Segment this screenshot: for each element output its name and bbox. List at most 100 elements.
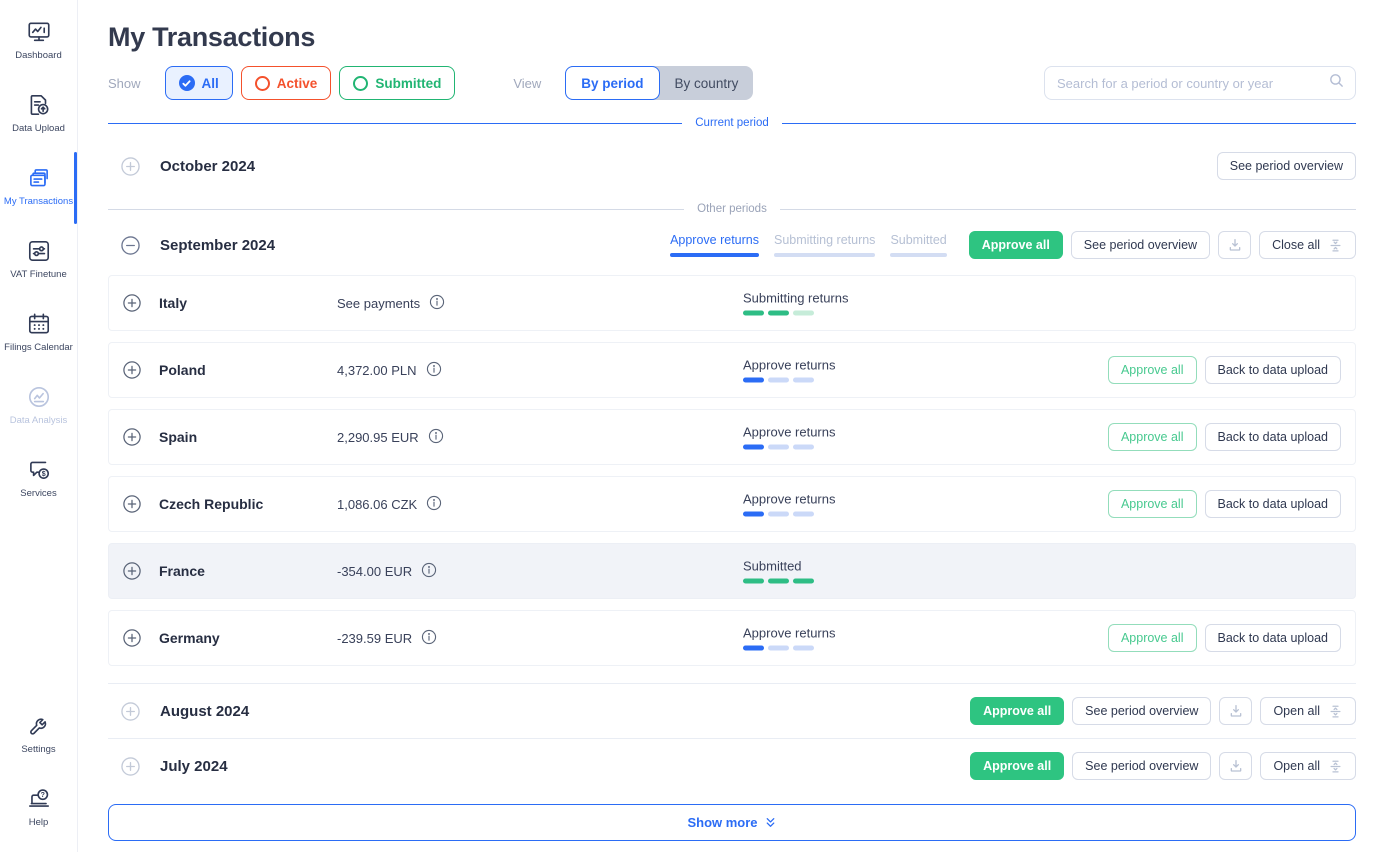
see-period-overview-button[interactable]: See period overview: [1072, 697, 1212, 725]
country-row-france: France -354.00 EUR Submitted: [108, 543, 1356, 599]
row-actions: Approve all Back to data upload: [1107, 624, 1341, 652]
search-icon: [1328, 72, 1345, 94]
view-by-country-button[interactable]: By country: [660, 66, 754, 100]
country-row-spain: Spain 2,290.95 EUR Approve returns Appro…: [108, 409, 1356, 465]
collapse-minus-icon[interactable]: [121, 235, 140, 255]
filter-active-label: Active: [276, 75, 318, 91]
view-by-period-button[interactable]: By period: [565, 66, 660, 100]
row-actions: Approve all Back to data upload: [1107, 423, 1341, 451]
info-icon[interactable]: [426, 361, 442, 380]
download-button[interactable]: [1218, 231, 1252, 259]
tab-submitting-returns[interactable]: Submitting returns: [774, 233, 876, 257]
country-name: France: [159, 563, 205, 579]
sidebar-item-label: Settings: [21, 744, 56, 755]
sidebar-item-my-transactions[interactable]: My Transactions: [0, 152, 77, 231]
close-all-button[interactable]: Close all: [1259, 231, 1356, 259]
sidebar-item-data-analysis: Data Analysis: [0, 377, 77, 450]
row-actions: Approve all Back to data upload: [1107, 490, 1341, 518]
amount-group: 4,372.00 PLN: [337, 361, 442, 380]
country-row-italy: Italy See payments Submitting returns: [108, 275, 1356, 331]
info-icon[interactable]: [426, 495, 442, 514]
transactions-icon: [26, 165, 52, 191]
filter-submitted-chip[interactable]: Submitted: [339, 66, 456, 100]
expand-plus-icon[interactable]: [121, 756, 140, 776]
info-icon[interactable]: [421, 562, 437, 581]
tab-submitted[interactable]: Submitted: [890, 233, 947, 257]
download-button[interactable]: [1219, 697, 1253, 725]
sidebar-item-data-upload[interactable]: Data Upload: [0, 85, 77, 158]
approve-all-button[interactable]: Approve all: [1107, 356, 1197, 384]
expand-plus-icon[interactable]: [123, 294, 141, 312]
sidebar-item-label: My Transactions: [3, 196, 74, 207]
see-period-overview-button[interactable]: See period overview: [1072, 752, 1212, 780]
sidebar: Dashboard Data Upload My Transactions VA…: [0, 0, 78, 852]
status-group: Submitting returns: [743, 291, 849, 316]
back-to-data-upload-button[interactable]: Back to data upload: [1204, 490, 1341, 518]
open-all-button[interactable]: Open all: [1260, 697, 1356, 725]
expand-plus-icon[interactable]: [123, 629, 141, 647]
other-periods-divider: Other periods: [108, 203, 1356, 215]
show-label: Show: [108, 75, 141, 91]
progress-bar: [743, 645, 836, 651]
approve-all-button[interactable]: Approve all: [970, 752, 1065, 780]
open-all-button[interactable]: Open all: [1260, 752, 1356, 780]
tab-approve-returns[interactable]: Approve returns: [670, 233, 759, 257]
approve-all-button[interactable]: Approve all: [968, 231, 1063, 259]
circle-icon: [254, 75, 270, 91]
controls-bar: Show All Active Submitted View By period…: [108, 66, 1356, 100]
status-label: Submitted: [743, 558, 802, 574]
see-period-overview-button[interactable]: See period overview: [1216, 152, 1356, 180]
check-icon: [178, 75, 195, 91]
expand-plus-icon[interactable]: [123, 562, 141, 580]
show-more-button[interactable]: Show more: [108, 804, 1356, 841]
period-row-october: October 2024 See period overview: [108, 129, 1356, 203]
sidebar-item-help[interactable]: ? Help: [0, 779, 77, 852]
app-window: Dashboard Data Upload My Transactions VA…: [0, 0, 1386, 852]
approve-all-button[interactable]: Approve all: [970, 697, 1065, 725]
back-to-data-upload-button[interactable]: Back to data upload: [1204, 356, 1341, 384]
approve-all-button[interactable]: Approve all: [1107, 423, 1197, 451]
search-input[interactable]: [1057, 75, 1328, 91]
info-icon[interactable]: [429, 294, 445, 313]
see-period-overview-button[interactable]: See period overview: [1070, 231, 1211, 259]
sidebar-item-filings-calendar[interactable]: Filings Calendar: [0, 304, 77, 377]
dashboard-icon: [26, 19, 52, 45]
svg-text:?: ?: [40, 792, 44, 799]
approve-all-button[interactable]: Approve all: [1107, 624, 1197, 652]
progress-bar: [743, 444, 836, 450]
sidebar-item-label: Dashboard: [15, 50, 62, 61]
period-actions: Approve all See period overview Open all: [970, 752, 1356, 780]
approve-all-button[interactable]: Approve all: [1107, 490, 1197, 518]
sidebar-item-services[interactable]: $ Services: [0, 450, 77, 523]
back-to-data-upload-button[interactable]: Back to data upload: [1204, 624, 1341, 652]
country-row-czech-republic: Czech Republic 1,086.06 CZK Approve retu…: [108, 476, 1356, 532]
status-label: Approve returns: [743, 424, 836, 440]
sidebar-item-dashboard[interactable]: Dashboard: [0, 12, 77, 85]
expand-plus-icon[interactable]: [123, 428, 141, 446]
period-actions: Approve all See period overview Open all: [970, 697, 1356, 725]
amount-value: 2,290.95 EUR: [337, 429, 419, 445]
filter-all-chip[interactable]: All: [164, 66, 233, 100]
expand-plus-icon[interactable]: [121, 701, 140, 721]
download-button[interactable]: [1219, 752, 1253, 780]
country-name: Poland: [159, 362, 206, 378]
info-icon[interactable]: [428, 428, 444, 447]
sidebar-item-label: VAT Finetune: [10, 269, 67, 280]
status-group: Submitted: [743, 559, 814, 584]
sidebar-item-vat-finetune[interactable]: VAT Finetune: [0, 231, 77, 304]
back-to-data-upload-button[interactable]: Back to data upload: [1204, 423, 1341, 451]
sidebar-item-label: Filings Calendar: [4, 342, 73, 353]
amount-group: See payments: [337, 294, 445, 313]
status-group: Approve returns: [743, 492, 836, 517]
expand-plus-icon[interactable]: [121, 156, 140, 176]
progress-bar: [743, 578, 814, 584]
other-periods-label: Other periods: [697, 203, 767, 215]
expand-plus-icon[interactable]: [123, 495, 141, 513]
info-icon[interactable]: [421, 629, 437, 648]
expand-plus-icon[interactable]: [123, 361, 141, 379]
see-payments-link[interactable]: See payments: [337, 296, 420, 311]
filter-active-chip[interactable]: Active: [240, 66, 332, 100]
view-toggle: By period By country: [565, 66, 754, 100]
sidebar-item-settings[interactable]: Settings: [0, 706, 77, 779]
data-upload-icon: [26, 92, 52, 118]
